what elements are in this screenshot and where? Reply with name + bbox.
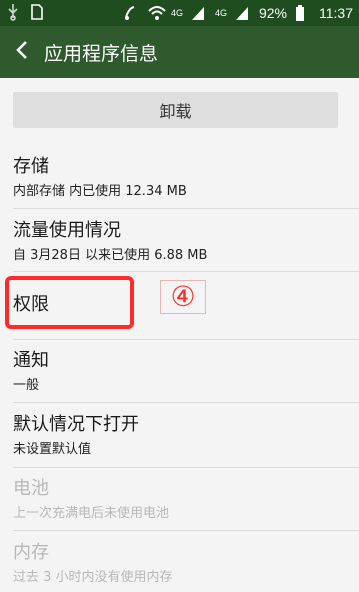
memory-title: 内存 xyxy=(13,542,49,563)
wifi-icon xyxy=(147,4,166,22)
divider xyxy=(13,530,359,531)
storage-subtitle: 内部存储 内已使用 12.34 MB xyxy=(13,184,187,199)
uninstall-button[interactable]: 卸载 xyxy=(13,92,338,128)
battery-icon xyxy=(295,4,311,22)
divider xyxy=(13,467,359,468)
status-bar-left xyxy=(6,3,46,21)
list-item-storage[interactable]: 存储 内部存储 内已使用 12.34 MB xyxy=(0,150,359,208)
network-label-2: 4G xyxy=(214,8,227,18)
open-by-default-subtitle: 未设置默认值 xyxy=(13,442,92,457)
data-usage-subtitle: 自 3月28日 以来已使用 6.88 MB xyxy=(13,248,208,263)
list-item-open-by-default[interactable]: 默认情况下打开 未设置默认值 xyxy=(0,408,359,466)
uninstall-container: 卸载 xyxy=(0,92,359,128)
open-by-default-title: 默认情况下打开 xyxy=(13,414,139,435)
list-item-notifications[interactable]: 通知 一般 xyxy=(0,344,359,402)
notifications-title: 通知 xyxy=(13,350,49,371)
sim-icon xyxy=(30,3,46,21)
battery-subtitle: 上一次充满电后未使用电池 xyxy=(13,506,170,521)
uninstall-label: 卸载 xyxy=(159,102,192,121)
back-button[interactable] xyxy=(0,26,44,78)
list-item-data-usage[interactable]: 流量使用情况 自 3月28日 以来已使用 6.88 MB xyxy=(0,214,359,272)
network-label-1: 4G xyxy=(170,8,183,18)
back-arrow-icon xyxy=(15,40,29,64)
notifications-subtitle: 一般 xyxy=(13,378,40,393)
storage-title: 存储 xyxy=(13,156,49,177)
divider xyxy=(13,271,359,272)
status-bar-right: 4G 4G 92% 11:37 xyxy=(123,3,353,23)
status-bar: 4G 4G 92% 11:37 xyxy=(0,0,359,26)
app-bar: 应用程序信息 xyxy=(0,26,359,78)
usb-icon xyxy=(6,3,22,21)
battery-title: 电池 xyxy=(13,478,49,499)
battery-percent: 92% xyxy=(258,5,287,21)
mute-icon xyxy=(123,4,139,22)
memory-subtitle: 过去 3 小时内没有使用内存 xyxy=(13,570,173,585)
data-usage-title: 流量使用情况 xyxy=(13,220,121,241)
signal-icon xyxy=(191,4,207,22)
divider xyxy=(13,208,359,209)
divider xyxy=(13,339,359,340)
list-item-memory: 内存 过去 3 小时内没有使用内存 xyxy=(0,536,359,592)
app-info-content: 卸载 存储 内部存储 内已使用 12.34 MB 流量使用情况 自 3月28日 … xyxy=(0,78,359,592)
page-title: 应用程序信息 xyxy=(44,42,159,65)
list-item-battery: 电池 上一次充满电后未使用电池 xyxy=(0,472,359,530)
signal-icon xyxy=(235,4,251,22)
highlight-box xyxy=(5,276,134,329)
step-number: ④ xyxy=(170,280,196,313)
step-marker: ④ xyxy=(160,280,206,314)
divider xyxy=(13,402,359,403)
status-time: 11:37 xyxy=(319,5,353,21)
